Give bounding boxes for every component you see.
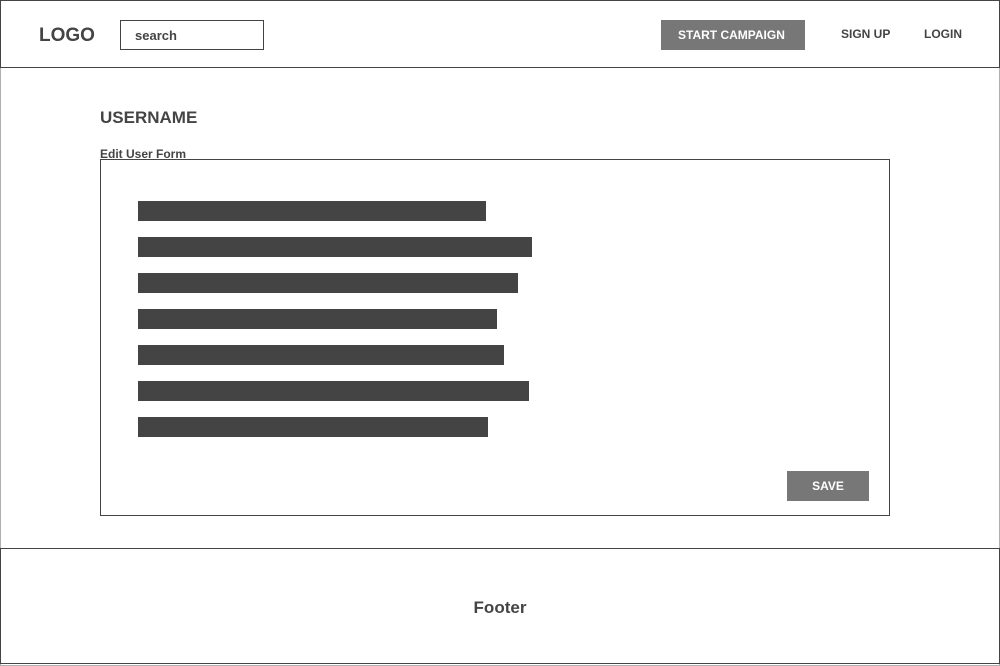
start-campaign-button[interactable]: START CAMPAIGN [661, 20, 805, 50]
form-field[interactable] [138, 201, 486, 221]
logo[interactable]: LOGO [39, 25, 95, 47]
footer-label: Footer [473, 598, 527, 617]
save-button[interactable]: SAVE [787, 471, 869, 501]
form-field[interactable] [138, 273, 518, 293]
sign-up-link[interactable]: SIGN UP [841, 27, 890, 41]
header: LOGO START CAMPAIGN SIGN UP LOGIN [0, 0, 1000, 68]
edit-user-form: SAVE [100, 159, 890, 516]
form-field[interactable] [138, 345, 504, 365]
footer: Footer [0, 548, 1000, 664]
search-input[interactable] [120, 20, 264, 50]
form-field[interactable] [138, 309, 497, 329]
form-field[interactable] [138, 237, 532, 257]
form-field[interactable] [138, 417, 488, 437]
login-link[interactable]: LOGIN [924, 27, 962, 41]
page-title: USERNAME [100, 108, 198, 127]
form-field[interactable] [138, 381, 529, 401]
